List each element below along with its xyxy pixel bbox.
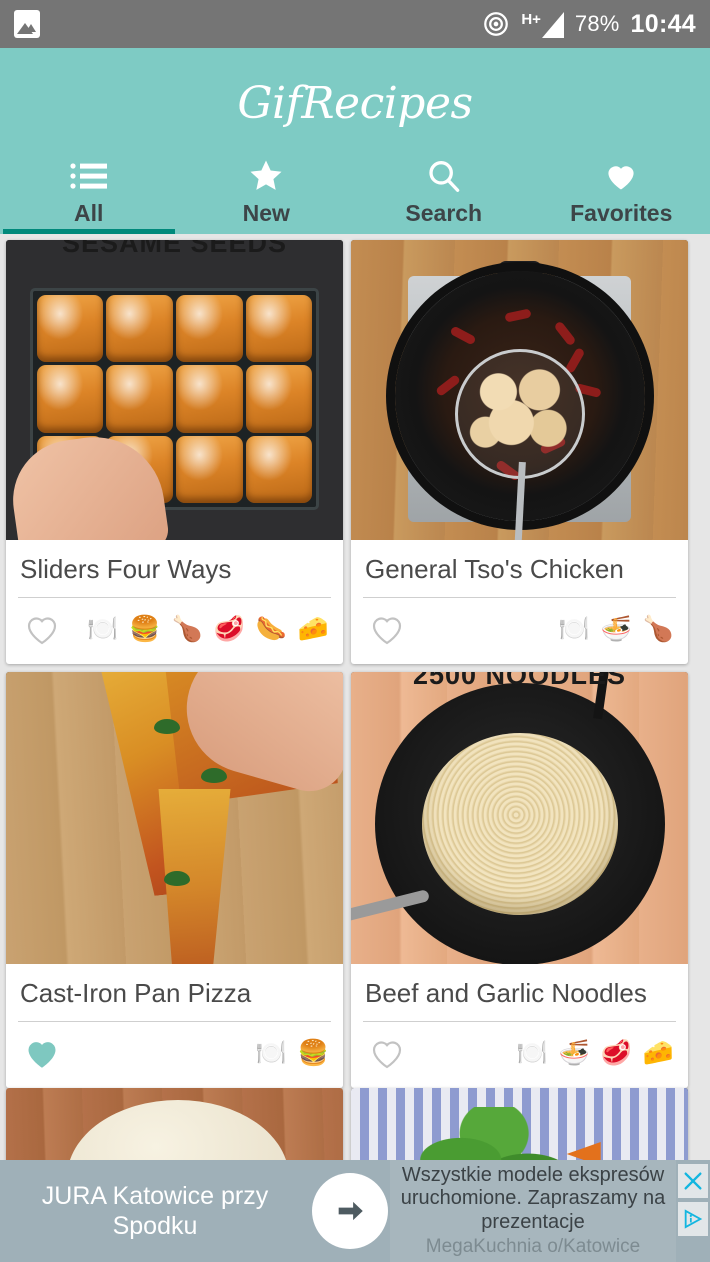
ad-close-button[interactable] — [678, 1164, 708, 1198]
ad-banner[interactable]: JURA Katowice przy Spodku Wszystkie mode… — [0, 1160, 710, 1262]
recipe-title: Sliders Four Ways — [20, 554, 232, 584]
star-icon — [246, 156, 286, 196]
tag-emoji: 🍽️ — [87, 614, 119, 643]
recipe-title: General Tso's Chicken — [365, 554, 624, 584]
tag-emoji: 🍽️ — [558, 614, 590, 643]
recipe-title: Beef and Garlic Noodles — [365, 978, 647, 1008]
status-bar-left — [14, 10, 40, 38]
ad-cta-wrapper[interactable] — [310, 1160, 390, 1262]
beef-noodles-image — [351, 672, 688, 964]
tag-emoji: 🥩 — [600, 1038, 632, 1067]
tab-new-label: New — [242, 200, 290, 226]
favorite-button[interactable] — [365, 608, 411, 650]
tag-emoji: 🌭 — [255, 614, 287, 643]
tab-search-label: Search — [405, 200, 483, 226]
search-icon — [425, 156, 463, 196]
recipe-thumbnail[interactable]: SESAME SEEDS — [6, 240, 343, 540]
ad-controls — [676, 1160, 710, 1262]
tag-emoji: 🍗 — [171, 614, 203, 643]
tab-bar: All New Search Favorites — [0, 146, 710, 234]
favorite-button[interactable] — [20, 1032, 66, 1074]
recipe-tags: 🍽️ 🍔 — [255, 1038, 329, 1067]
heart-icon — [601, 156, 641, 196]
recipe-tags: 🍽️ 🍜 🍗 — [558, 614, 674, 643]
card-footer: 🍽️ 🍜 🥩 🧀 — [351, 1022, 688, 1088]
ad-headline: Wszystkie modele ekspresów uruchomione. … — [400, 1163, 666, 1233]
recipe-title: Cast-Iron Pan Pizza — [20, 978, 252, 1008]
tab-favorites-label: Favorites — [570, 200, 673, 226]
tab-search[interactable]: Search — [355, 146, 533, 234]
recipe-card[interactable]: 2500 NOODLES Beef and Garlic Noodles 🍽️ — [351, 672, 688, 1088]
tag-emoji: 🍽️ — [255, 1038, 287, 1067]
network-type-label: H+ — [521, 11, 541, 28]
thumbnail-overlay-text: SESAME SEEDS — [61, 240, 288, 258]
status-bar-right: H+ 78% 10:44 — [482, 10, 696, 39]
battery-percentage: 78% — [574, 11, 620, 36]
ad-cta-button[interactable] — [312, 1173, 388, 1249]
recipe-thumbnail[interactable]: 2500 NOODLES — [351, 672, 688, 964]
general-tso-image — [351, 240, 688, 540]
arrow-right-icon — [338, 1201, 363, 1221]
gallery-icon — [14, 10, 40, 38]
favorite-button[interactable] — [20, 608, 66, 650]
tab-all-label: All — [74, 200, 104, 226]
tag-emoji: 🍜 — [600, 614, 632, 643]
close-icon — [684, 1172, 702, 1190]
clock: 10:44 — [630, 9, 696, 38]
ad-right-panel[interactable]: Wszystkie modele ekspresów uruchomione. … — [390, 1160, 676, 1262]
app-header: GifRecipes All New Search Favorites — [0, 48, 710, 234]
tag-emoji: 🍔 — [129, 614, 161, 643]
thumbnail-overlay-text: 2500 NOODLES — [412, 672, 627, 690]
tag-emoji: 🧀 — [642, 1038, 674, 1067]
signal-bars-icon — [541, 12, 564, 38]
tab-new[interactable]: New — [178, 146, 356, 234]
recipe-card[interactable]: SESAME SEEDS Sliders Four Ways 🍽️ 🍔 🍗 🥩 … — [6, 240, 343, 664]
card-footer: 🍽️ 🍔 🍗 🥩 🌭 🧀 — [6, 598, 343, 664]
recipe-tags: 🍽️ 🍔 🍗 🥩 🌭 🧀 — [87, 614, 329, 643]
adchoices-icon — [684, 1209, 703, 1229]
ad-brand-text: JURA Katowice przy Spodku — [41, 1182, 269, 1240]
app-logo: GifRecipes — [237, 77, 473, 129]
recipe-grid: SESAME SEEDS Sliders Four Ways 🍽️ 🍔 🍗 🥩 … — [0, 234, 710, 1088]
adchoices-button[interactable] — [678, 1202, 708, 1236]
tag-emoji: 🧀 — [297, 614, 329, 643]
sliders-image — [6, 240, 343, 540]
tag-emoji: 🍽️ — [516, 1038, 548, 1067]
status-bar: H+ 78% 10:44 — [0, 0, 710, 48]
recipe-tags: 🍽️ 🍜 🥩 🧀 — [516, 1038, 674, 1067]
recipe-card[interactable]: General Tso's Chicken 🍽️ 🍜 🍗 — [351, 240, 688, 664]
pan-pizza-image — [6, 672, 343, 964]
tab-favorites[interactable]: Favorites — [533, 146, 710, 234]
recipe-card[interactable]: Cast-Iron Pan Pizza 🍽️ 🍔 — [6, 672, 343, 1088]
ad-advertiser: MegaKuchnia o/Katowice — [425, 1236, 641, 1258]
list-icon — [69, 156, 109, 196]
tag-emoji: 🍜 — [558, 1038, 590, 1067]
ad-left-panel[interactable]: JURA Katowice przy Spodku — [0, 1160, 310, 1262]
network-signal-indicator: H+ — [521, 10, 564, 38]
recipe-thumbnail[interactable] — [351, 240, 688, 540]
recipe-thumbnail[interactable] — [6, 672, 343, 964]
cast-broadcast-icon — [484, 12, 509, 36]
favorite-button[interactable] — [365, 1032, 411, 1074]
tab-all[interactable]: All — [0, 146, 178, 234]
tag-emoji: 🥩 — [213, 614, 245, 643]
card-footer: 🍽️ 🍔 — [6, 1022, 343, 1088]
tag-emoji: 🍗 — [642, 614, 674, 643]
card-footer: 🍽️ 🍜 🍗 — [351, 598, 688, 664]
tag-emoji: 🍔 — [297, 1038, 329, 1067]
